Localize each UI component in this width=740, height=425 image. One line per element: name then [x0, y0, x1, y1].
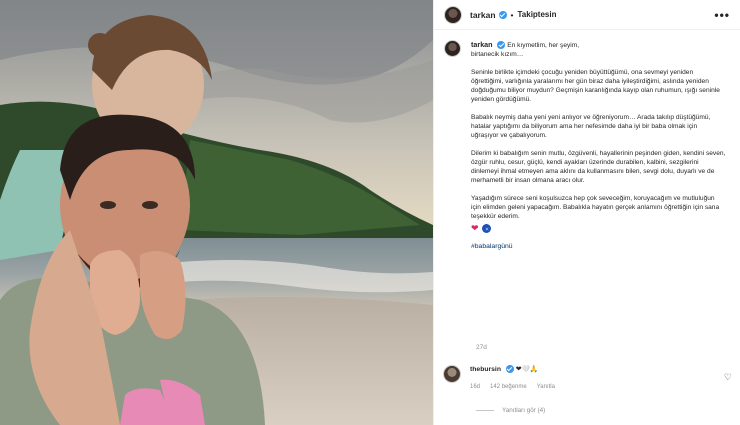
post-photo[interactable] — [0, 0, 433, 425]
comment-body: thebursin ❤🤍🙏 16d 142 beğenme Yanıtla — [470, 365, 555, 392]
verified-badge-icon — [498, 10, 507, 19]
caption-body: tarkan En kıymetlim, her şeyim, birtanec… — [471, 40, 726, 251]
caption-verified-badge-icon — [497, 41, 506, 50]
commenter-verified-badge-icon — [505, 365, 514, 374]
more-options-icon[interactable]: ••• — [714, 8, 730, 22]
commenter-username[interactable]: thebursin — [470, 366, 501, 373]
caption-paragraph: Babalık neymiş daha yeni yeni anlıyor ve… — [471, 114, 711, 139]
evil-eye-icon — [482, 224, 491, 233]
instagram-post-view: tarkan • Takiptesin ••• tarkan En kıymet… — [0, 0, 740, 425]
comment-likes[interactable]: 142 beğenme — [490, 383, 527, 392]
comment-item: thebursin ❤🤍🙏 16d 142 beğenme Yanıtla ♡ — [443, 365, 740, 392]
caption-first-paragraph: tarkan En kıymetlim, her şeyim, birtanec… — [471, 40, 726, 59]
post-header: tarkan • Takiptesin ••• — [434, 0, 740, 30]
comment-time: 16d — [470, 384, 481, 390]
caption-author-username[interactable]: tarkan — [471, 40, 493, 49]
author-username[interactable]: tarkan — [470, 10, 496, 20]
caption-age: 27d — [476, 344, 487, 351]
post-image — [0, 0, 433, 425]
caption-emojis: ❤ — [471, 224, 726, 233]
red-heart-icon: ❤ — [471, 223, 479, 233]
commenter-avatar[interactable] — [443, 365, 461, 383]
like-comment-heart-icon[interactable]: ♡ — [724, 372, 732, 383]
separator-dot: • — [510, 9, 514, 20]
reply-button[interactable]: Yanıtla — [537, 383, 555, 392]
post-sidebar: tarkan • Takiptesin ••• tarkan En kıymet… — [433, 0, 740, 425]
view-replies-button[interactable]: Yanıtları gör (4) — [476, 407, 545, 414]
comment-meta: 16d 142 beğenme Yanıtla — [470, 383, 555, 392]
author-avatar[interactable] — [444, 5, 462, 24]
caption-paragraph: Yaşadığım sürece seni koşulsuzca hep çok… — [471, 195, 720, 220]
caption-paragraph: Dilerim ki babalığım senin mutlu, özgüve… — [471, 150, 726, 184]
following-status[interactable]: Takiptesin — [518, 10, 557, 19]
caption-author-avatar[interactable] — [444, 40, 461, 57]
hashtag-link[interactable]: #babalargünü — [471, 242, 726, 251]
comment-text: ❤🤍🙏 — [515, 366, 539, 373]
post-caption: tarkan En kıymetlim, her şeyim, birtanec… — [444, 40, 732, 251]
caption-paragraph: Seninle birlikte içimdeki çocuğu yeniden… — [471, 69, 720, 103]
